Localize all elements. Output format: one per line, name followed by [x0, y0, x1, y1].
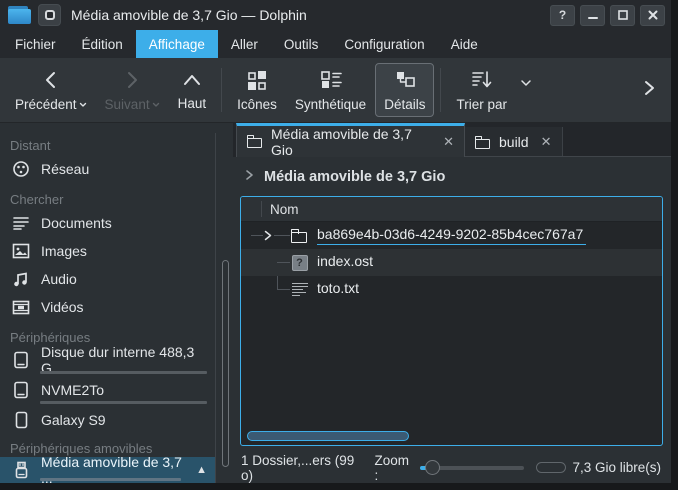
file-name[interactable]: ba869e4b-03d6-4249-9202-85b4cec767a7	[317, 226, 586, 245]
menu-configuration[interactable]: Configuration	[331, 30, 437, 58]
folder-icon	[475, 136, 491, 149]
sidebar-item-documents[interactable]: Documents	[0, 209, 215, 237]
breadcrumb[interactable]: Média amovible de 3,7 Gio	[233, 157, 671, 196]
capacity-bar	[40, 478, 181, 481]
section-header-chercher: Chercher	[0, 183, 215, 209]
zoom-slider[interactable]	[420, 460, 524, 476]
close-tab-icon[interactable]: ✕	[443, 134, 454, 150]
minimize-button[interactable]	[580, 5, 605, 26]
capacity-bar	[40, 371, 207, 374]
status-bar: 1 Dossier,...ers (99 o) Zoom : 7,3 Gio l…	[233, 452, 671, 483]
tab-build[interactable]: build ✕	[465, 127, 563, 157]
zoom-slider-handle[interactable]	[425, 460, 440, 475]
window-title: Média amovible de 3,7 Gio — Dolphin	[71, 7, 307, 23]
zoom-label: Zoom :	[374, 453, 412, 483]
icons-view-button[interactable]: Icônes	[228, 63, 286, 117]
sort-icon	[470, 69, 494, 94]
phone-icon	[12, 411, 30, 429]
sidebar-item-videos[interactable]: Vidéos	[0, 293, 215, 321]
chevron-down-icon	[152, 96, 160, 111]
sidebar-scrollbar[interactable]	[222, 260, 229, 467]
menu-edition[interactable]: Édition	[69, 30, 136, 58]
usb-icon	[12, 461, 30, 479]
menu-affichage[interactable]: Affichage	[136, 30, 218, 58]
sort-by-button[interactable]: Trier par	[447, 63, 516, 117]
network-icon	[12, 160, 30, 178]
menu-fichier[interactable]: Fichier	[2, 30, 69, 58]
up-button[interactable]: Haut	[169, 64, 216, 116]
toolbar-overflow-button[interactable]	[641, 78, 657, 103]
dolphin-window: Média amovible de 3,7 Gio — Dolphin ? Fi…	[0, 0, 678, 490]
tab-media-amovible[interactable]: Média amovible de 3,7 Gio ✕	[236, 123, 465, 157]
icons-view-icon	[246, 69, 268, 94]
audio-icon	[12, 271, 30, 288]
sidebar-item-images[interactable]: Images	[0, 237, 215, 265]
menubar: Fichier Édition Affichage Aller Outils C…	[0, 30, 671, 58]
capacity-bar	[40, 401, 207, 404]
chevron-right-icon	[245, 168, 254, 186]
places-panel: Distant Réseau Chercher Documents Images	[0, 123, 233, 483]
toolbar-separator	[440, 68, 441, 112]
sidebar-item-media-amovible[interactable]: Média amovible de 3,7 ... ▲	[0, 457, 215, 483]
folder-icon	[247, 135, 263, 148]
chevron-right-icon	[641, 78, 657, 103]
details-view-icon	[394, 69, 416, 94]
document-icon	[12, 215, 30, 231]
forward-button: Suivant	[96, 64, 169, 117]
toolbar-separator	[221, 68, 222, 112]
sidebar-item-galaxy-s9[interactable]: Galaxy S9	[0, 407, 215, 433]
unknown-file-icon: ?	[291, 254, 308, 271]
close-tab-icon[interactable]: ✕	[541, 134, 552, 150]
items-summary: 1 Dossier,...ers (99 o)	[241, 453, 356, 483]
menu-outils[interactable]: Outils	[271, 30, 332, 58]
free-space-label: 7,3 Gio libre(s)	[572, 460, 661, 475]
help-button[interactable]: ?	[550, 5, 575, 26]
back-button[interactable]: Précédent	[6, 64, 96, 117]
eject-icon[interactable]: ▲	[196, 464, 207, 476]
column-header[interactable]: Nom	[241, 197, 662, 222]
close-button[interactable]	[640, 5, 665, 26]
toolbar: Précédent Suivant Haut Icônes	[0, 58, 671, 123]
file-row-toto-txt[interactable]: toto.txt	[241, 276, 662, 303]
harddisk-icon	[12, 381, 30, 399]
tab-bar: Média amovible de 3,7 Gio ✕ build ✕	[233, 123, 671, 157]
file-view[interactable]: Nom ba869e4b-03d6-4249-9202-85b4cec767a7	[240, 196, 663, 446]
file-row-index-ost[interactable]: ? index.ost	[241, 249, 662, 276]
expand-chevron-icon[interactable]	[263, 229, 273, 245]
sidebar-item-audio[interactable]: Audio	[0, 265, 215, 293]
harddisk-icon	[12, 351, 30, 369]
chevron-down-icon	[79, 96, 87, 111]
file-name[interactable]: toto.txt	[317, 280, 359, 296]
file-row-folder[interactable]: ba869e4b-03d6-4249-9202-85b4cec767a7	[241, 222, 662, 249]
compact-view-icon	[319, 69, 343, 94]
details-view-button[interactable]: Détails	[375, 63, 434, 117]
folder-icon	[291, 227, 308, 244]
titlebar[interactable]: Média amovible de 3,7 Gio — Dolphin ?	[0, 0, 671, 30]
video-icon	[12, 300, 30, 315]
image-icon	[12, 243, 30, 259]
text-file-icon	[291, 281, 308, 298]
file-name[interactable]: index.ost	[317, 253, 373, 269]
breadcrumb-current-folder[interactable]: Média amovible de 3,7 Gio	[264, 169, 445, 185]
chevron-left-icon	[40, 70, 62, 93]
free-space-capacity-bar	[536, 462, 567, 473]
menu-aide[interactable]: Aide	[438, 30, 491, 58]
compact-view-button[interactable]: Synthétique	[286, 63, 375, 117]
sidebar-item-disque-interne[interactable]: Disque dur interne 488,3 G...	[0, 347, 215, 377]
sidebar-item-reseau[interactable]: Réseau	[0, 155, 215, 183]
chevron-up-icon	[181, 70, 203, 93]
removable-media-icon	[38, 4, 61, 26]
column-header-nom[interactable]: Nom	[241, 202, 299, 217]
app-folder-icon	[8, 5, 32, 25]
section-header-distant: Distant	[0, 133, 215, 155]
maximize-button[interactable]	[610, 5, 635, 26]
chevron-down-icon[interactable]	[520, 74, 532, 92]
sidebar-item-nvme2to[interactable]: NVME2To	[0, 377, 215, 407]
horizontal-scrollbar[interactable]	[247, 431, 409, 441]
chevron-right-icon	[121, 70, 143, 93]
menu-aller[interactable]: Aller	[218, 30, 271, 58]
